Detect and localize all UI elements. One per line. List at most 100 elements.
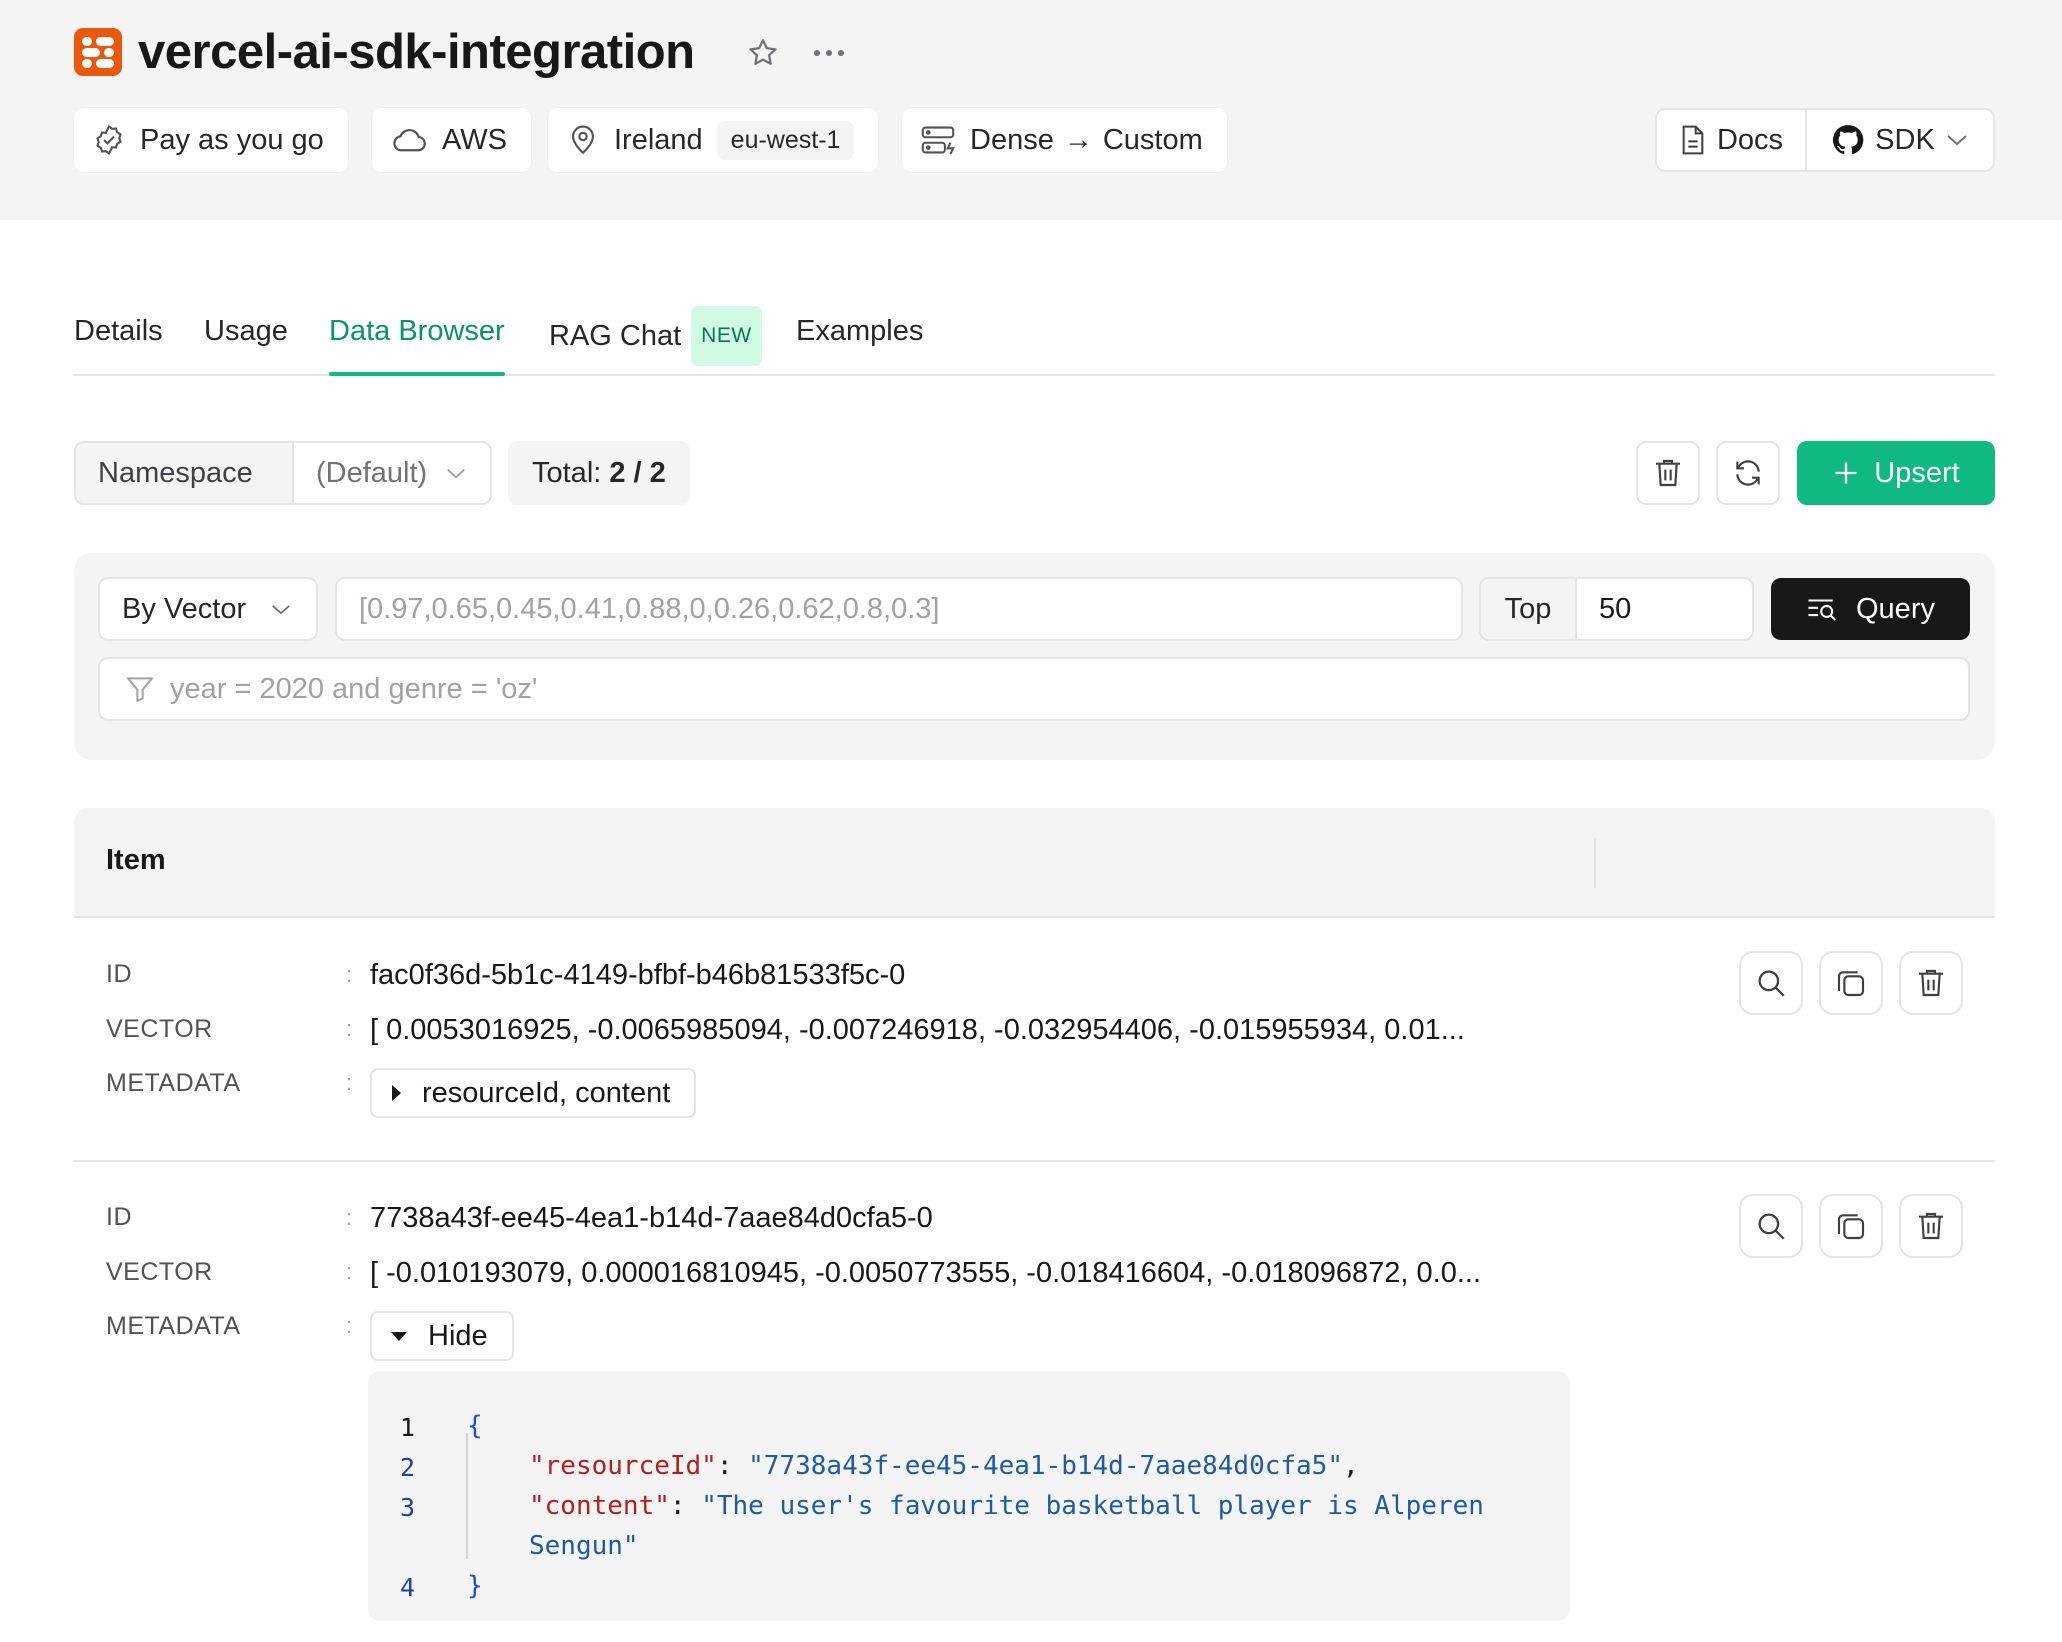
region-name: Ireland [614, 123, 703, 156]
json-close-brace: } [467, 1571, 483, 1601]
filter-icon [127, 677, 153, 702]
new-badge: NEW [691, 306, 762, 366]
chevron-down-icon [1947, 135, 1967, 146]
index-to: Custom [1102, 123, 1203, 156]
search-icon [1758, 970, 1785, 997]
json-line-wrap: Sengun" [529, 1531, 639, 1561]
vector-id: fac0f36d-5b1c-4149-bfbf-b46b81533f5c-0 [370, 959, 906, 991]
plan-label: Pay as you go [140, 123, 324, 156]
json-open-brace: { [467, 1411, 483, 1441]
document-icon [1682, 125, 1704, 155]
trash-icon [1656, 459, 1680, 487]
tab-details[interactable]: Details [74, 306, 163, 356]
refresh-icon [1736, 460, 1760, 486]
region-code-badge: eu-west-1 [716, 120, 855, 160]
github-icon [1833, 125, 1864, 155]
results-table-header: Item [74, 808, 1995, 918]
region-chip: Ireland eu-west-1 [548, 108, 879, 172]
colon: : [346, 1259, 353, 1284]
caret-right-icon [392, 1085, 401, 1101]
vector-label: VECTOR [106, 1015, 213, 1043]
search-list-icon [1808, 599, 1836, 621]
tab-rag-chat[interactable]: RAG Chat NEW [549, 306, 762, 366]
metadata-label: METADATA [106, 1312, 241, 1340]
vector-input[interactable]: [0.97,0.65,0.45,0.41,0.88,0,0.26,0.62,0.… [335, 577, 1463, 641]
location-pin-icon [572, 125, 594, 155]
line-number: 3 [400, 1493, 416, 1522]
page-title: vercel-ai-sdk-integration [138, 25, 695, 79]
server-stack-icon [921, 126, 955, 155]
sdk-dropdown[interactable]: SDK [1807, 110, 1993, 170]
view-button[interactable] [1739, 951, 1803, 1015]
line-number: 2 [400, 1453, 416, 1482]
tab-data-browser[interactable]: Data Browser [329, 306, 505, 376]
namespace-select[interactable]: Namespace (Default) [74, 441, 492, 505]
copy-button[interactable] [1819, 1194, 1883, 1258]
copy-button[interactable] [1819, 951, 1883, 1015]
colon: : [346, 1070, 353, 1095]
delete-button[interactable] [1899, 1194, 1963, 1258]
line-number: 4 [400, 1573, 416, 1602]
row-divider [74, 1160, 1995, 1162]
upsert-button[interactable]: Upsert [1797, 441, 1995, 505]
copy-icon [1837, 971, 1865, 997]
metadata-toggle[interactable]: resourceId, content [370, 1068, 697, 1118]
vector-id: 7738a43f-ee45-4ea1-b14d-7aae84d0cfa5-0 [370, 1202, 933, 1234]
verified-badge-icon [96, 124, 122, 156]
plus-icon [1835, 462, 1857, 484]
colon: : [346, 1016, 353, 1041]
top-value[interactable]: 50 [1577, 593, 1631, 626]
metadata-json-viewer: 1 2 3 4 { "resourceId": "7738a43f-ee45-4… [368, 1371, 1570, 1621]
total-count: Total: 2 / 2 [508, 441, 690, 505]
vector-values: [ -0.010193079, 0.000016810945, -0.00507… [370, 1257, 1482, 1289]
docs-sdk-group: Docs SDK [1655, 108, 1995, 172]
vector-values: [ 0.0053016925, -0.0065985094, -0.007246… [370, 1014, 1465, 1046]
index-from: Dense [970, 123, 1054, 156]
cloud-label: AWS [442, 123, 507, 156]
id-label: ID [106, 1203, 132, 1231]
vector-label: VECTOR [106, 1258, 213, 1286]
trash-icon [1919, 1212, 1943, 1240]
top-label: Top [1481, 579, 1577, 639]
colon: : [346, 962, 353, 987]
column-divider [1594, 838, 1596, 888]
star-icon[interactable] [742, 32, 784, 74]
delete-all-button[interactable] [1636, 441, 1700, 505]
caret-down-icon [391, 1332, 407, 1341]
json-line: "resourceId": "7738a43f-ee45-4ea1-b14d-7… [529, 1451, 1359, 1481]
plan-chip: Pay as you go [74, 108, 348, 172]
item-column-header: Item [106, 844, 166, 876]
more-options-icon[interactable] [808, 32, 850, 74]
colon: : [346, 1205, 353, 1230]
chevron-down-icon [447, 468, 466, 478]
search-icon [1758, 1213, 1785, 1240]
metadata-label: METADATA [106, 1069, 241, 1097]
metadata-toggle[interactable]: Hide [370, 1311, 514, 1361]
namespace-label: Namespace [76, 443, 294, 503]
namespace-value[interactable]: (Default) [294, 443, 490, 503]
line-number: 1 [400, 1413, 416, 1442]
indent-guide [466, 1433, 468, 1559]
query-button[interactable]: Query [1771, 578, 1970, 640]
index-arrow: → [1063, 123, 1093, 156]
index-type-chip: Dense → Custom [902, 108, 1227, 172]
trash-icon [1919, 969, 1943, 997]
filter-input[interactable]: year = 2020 and genre = 'oz' [98, 657, 1970, 721]
refresh-button[interactable] [1716, 441, 1780, 505]
delete-button[interactable] [1899, 951, 1963, 1015]
view-button[interactable] [1739, 1194, 1803, 1258]
top-k-input[interactable]: Top 50 [1479, 577, 1754, 641]
cloud-icon [393, 128, 426, 152]
tab-usage[interactable]: Usage [204, 306, 288, 356]
docs-button[interactable]: Docs [1657, 110, 1807, 170]
sdk-label: SDK [1875, 123, 1935, 156]
id-label: ID [106, 960, 132, 988]
copy-icon [1837, 1214, 1865, 1240]
colon: : [346, 1313, 353, 1338]
upstash-logo-icon [74, 28, 122, 76]
json-line: "content": "The user's favourite basketb… [529, 1491, 1484, 1521]
query-mode-select[interactable]: By Vector [98, 577, 318, 641]
tab-examples[interactable]: Examples [796, 306, 923, 356]
chevron-down-icon [272, 604, 290, 614]
docs-label: Docs [1716, 123, 1784, 156]
